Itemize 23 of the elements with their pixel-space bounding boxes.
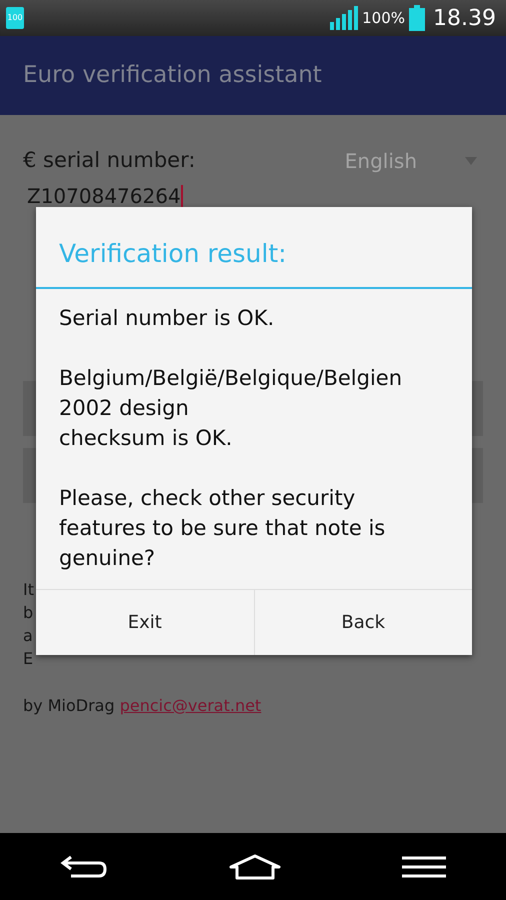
notification-icon: 100 bbox=[6, 7, 24, 29]
message-text: Please, check other security features to be sure that note is genuine? bbox=[59, 484, 386, 572]
battery-percent: 100% bbox=[362, 8, 406, 29]
text-fragment: a bbox=[23, 625, 33, 647]
footer-text: by MioDrag pencic@verat.net bbox=[23, 695, 262, 717]
back-icon[interactable] bbox=[59, 854, 110, 880]
dialog-title: Verification result: bbox=[59, 239, 287, 268]
message-text: Belgium/België/Belgique/Belgien 2002 design checksum is OK. bbox=[59, 364, 404, 452]
field-label: € serial number: bbox=[23, 147, 196, 174]
dialog-button[interactable]: Exit bbox=[36, 588, 254, 654]
home-icon[interactable] bbox=[228, 854, 282, 880]
app-title: Euro verification assistant bbox=[23, 61, 322, 90]
language-dropdown[interactable]: English bbox=[344, 146, 477, 176]
message-text: Serial number is OK. bbox=[59, 304, 276, 332]
text-fragment: b bbox=[23, 602, 34, 624]
battery-icon bbox=[409, 5, 426, 31]
text-fragment: It bbox=[23, 579, 34, 601]
signal-icon bbox=[330, 6, 358, 30]
dialog-button[interactable]: Back bbox=[254, 588, 472, 654]
menu-icon[interactable] bbox=[400, 854, 447, 878]
email-link[interactable]: pencic@verat.net bbox=[120, 696, 262, 715]
clock: 18.39 bbox=[433, 4, 496, 32]
text-fragment: E bbox=[23, 648, 34, 670]
